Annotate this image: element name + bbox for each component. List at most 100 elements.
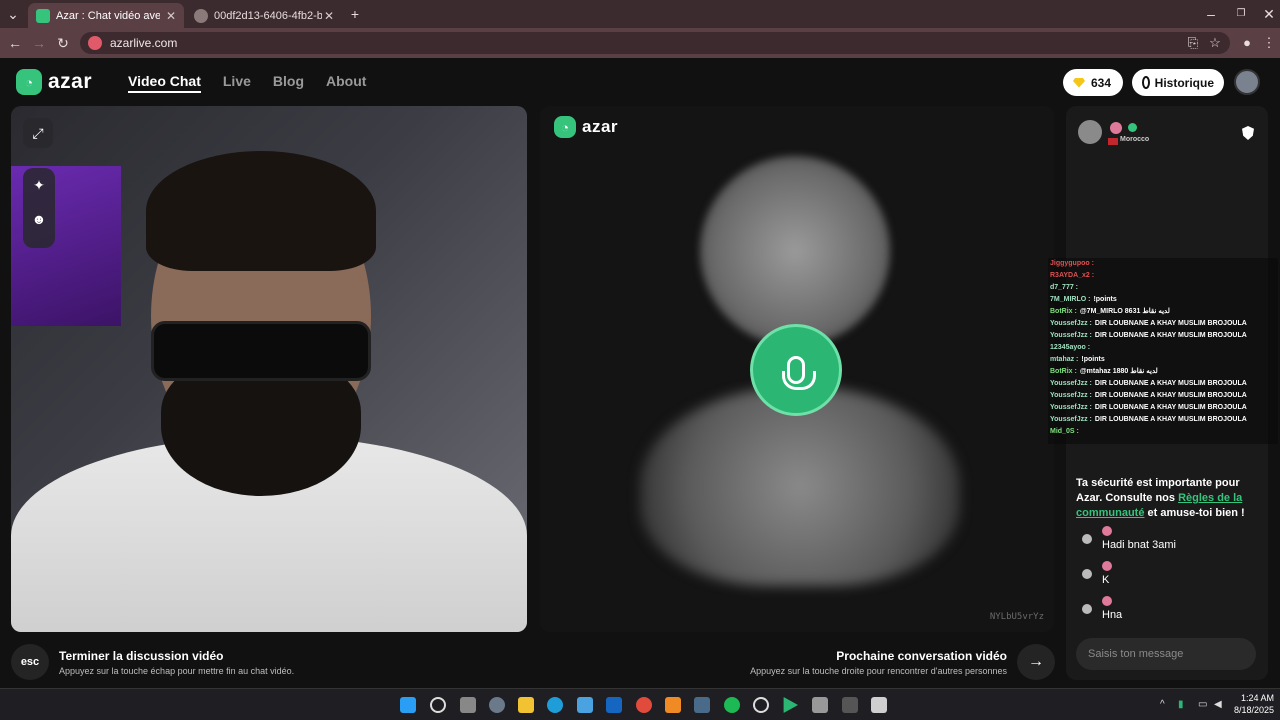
overlay-message: DIR LOUBNANE A KHAY MUSLIM BROJOULA bbox=[1094, 332, 1247, 339]
app-window-icon[interactable] bbox=[812, 697, 828, 713]
overlay-username: YoussefJzz : bbox=[1050, 332, 1092, 339]
store-icon[interactable] bbox=[577, 697, 593, 713]
spotify-icon[interactable] bbox=[724, 697, 740, 713]
azar-logo[interactable]: ◔ azar bbox=[16, 69, 92, 95]
app-grid-icon[interactable] bbox=[842, 697, 858, 713]
tab-azar[interactable]: Azar : Chat vidéo avec de n ✕ bbox=[28, 3, 184, 28]
remote-azar-logo: ◔ azar bbox=[554, 116, 618, 138]
overlay-username: BotRix : bbox=[1050, 368, 1077, 375]
address-bar-row: ← → ↻ azarlive.com ⎘ ☆ ● ⋮ bbox=[0, 28, 1280, 58]
user-avatar[interactable] bbox=[1234, 69, 1260, 95]
sender-avatar bbox=[1082, 534, 1092, 544]
overlay-chat-line: Jiggygupoo : bbox=[1048, 258, 1278, 270]
nav-about[interactable]: About bbox=[326, 73, 366, 93]
sender-badge-icon bbox=[1102, 561, 1112, 571]
app-circle-icon[interactable] bbox=[753, 697, 769, 713]
overlay-username: R3AYDA_x2 : bbox=[1050, 272, 1095, 279]
overlay-username: YoussefJzz : bbox=[1050, 392, 1092, 399]
steam-icon[interactable] bbox=[694, 697, 710, 713]
app-a-icon[interactable] bbox=[665, 697, 681, 713]
app-doc-icon[interactable] bbox=[871, 697, 887, 713]
overlay-username: d7_777 : bbox=[1050, 284, 1079, 291]
mic-tray-icon[interactable]: ▮ bbox=[1178, 699, 1184, 710]
safety-notice: Ta sécurité est importante pour Azar. Co… bbox=[1076, 476, 1260, 521]
volume-icon[interactable]: ◀ bbox=[1214, 699, 1222, 710]
overlay-username: Mid_0S : bbox=[1050, 428, 1079, 435]
tab-close-icon[interactable]: ✕ bbox=[324, 9, 334, 23]
chat-message-input[interactable]: Saisis ton message bbox=[1076, 638, 1256, 670]
face-filter-icon[interactable]: ☻ bbox=[24, 204, 54, 234]
overlay-chat-line: YoussefJzz : DIR LOUBNANE A KHAY MUSLIM B… bbox=[1048, 390, 1278, 402]
overlay-chat-line: Mid_0S : bbox=[1048, 426, 1278, 438]
overlay-username: YoussefJzz : bbox=[1050, 320, 1092, 327]
new-tab-button[interactable]: + bbox=[346, 5, 364, 23]
nav-blog[interactable]: Blog bbox=[273, 73, 304, 93]
tray-chevron-icon[interactable]: ^ bbox=[1160, 699, 1165, 710]
start-icon[interactable] bbox=[400, 697, 416, 713]
file-explorer-icon[interactable] bbox=[518, 697, 534, 713]
reload-icon[interactable]: ↻ bbox=[54, 34, 72, 52]
maximize-icon[interactable]: ❐ bbox=[1232, 5, 1250, 23]
bookmark-star-icon[interactable]: ☆ bbox=[1206, 34, 1224, 52]
forward-icon[interactable]: → bbox=[30, 34, 48, 52]
gems-button[interactable]: 634 bbox=[1063, 69, 1123, 96]
url-input[interactable]: azarlive.com bbox=[80, 32, 1230, 54]
overlay-chat-line: YoussefJzz : DIR LOUBNANE A KHAY MUSLIM B… bbox=[1048, 378, 1278, 390]
end-chat-button[interactable]: esc bbox=[11, 644, 49, 680]
next-chat-button[interactable]: → bbox=[1017, 644, 1055, 680]
back-icon[interactable]: ← bbox=[6, 34, 24, 52]
tab-search-icon[interactable]: ⌄ bbox=[4, 5, 22, 23]
azar-logo-icon: ◔ bbox=[16, 69, 42, 95]
task-view-icon[interactable] bbox=[460, 697, 476, 713]
menu-icon[interactable]: ⋮ bbox=[1260, 34, 1278, 52]
overlay-username: YoussefJzz : bbox=[1050, 416, 1092, 423]
install-icon[interactable]: ⎘ bbox=[1184, 34, 1202, 52]
overlay-username: YoussefJzz : bbox=[1050, 380, 1092, 387]
edge-icon[interactable] bbox=[547, 697, 563, 713]
chat-message: K bbox=[1082, 561, 1112, 586]
overlay-message: DIR LOUBNANE A KHAY MUSLIM BROJOULA bbox=[1094, 404, 1247, 411]
local-video: ⤢ ✦ ☻ bbox=[11, 106, 527, 632]
search-icon[interactable] bbox=[430, 697, 446, 713]
play-icon[interactable] bbox=[783, 697, 798, 713]
azar-page: ◔ azar Video Chat Live Blog About 634 Hi… bbox=[0, 58, 1280, 688]
logo-text: azar bbox=[48, 70, 93, 93]
overlay-username: 7M_MIRLO : bbox=[1050, 296, 1091, 303]
settings-icon[interactable] bbox=[489, 697, 505, 713]
nav-live[interactable]: Live bbox=[223, 73, 251, 93]
overlay-chat-line: BotRix : @7M_MIRLO 8631 لديه نقاط bbox=[1048, 306, 1278, 318]
overlay-message: DIR LOUBNANE A KHAY MUSLIM BROJOULA bbox=[1094, 392, 1247, 399]
peer-avatar[interactable] bbox=[1078, 120, 1102, 144]
tab-second[interactable]: 00df2d13-6406-4fb2-bd13-6f2 ✕ bbox=[186, 3, 342, 28]
close-window-icon[interactable]: ✕ bbox=[1260, 5, 1278, 23]
overlay-username: mtahaz : bbox=[1050, 356, 1079, 363]
azar-logo-icon: ◔ bbox=[554, 116, 576, 138]
expand-video-icon[interactable]: ⤢ bbox=[23, 118, 53, 148]
outlook-icon[interactable] bbox=[606, 697, 622, 713]
safety-text-end: et amuse-toi bien ! bbox=[1144, 507, 1245, 519]
message-text: Hna bbox=[1102, 609, 1123, 621]
placeholder-body bbox=[640, 386, 960, 586]
nav-video-chat[interactable]: Video Chat bbox=[128, 73, 201, 93]
time: 1:24 AM bbox=[1240, 693, 1274, 703]
clock[interactable]: 1:24 AM 8/18/2025 bbox=[1234, 692, 1274, 716]
site-info-icon[interactable] bbox=[88, 36, 102, 50]
profile-icon[interactable]: ● bbox=[1238, 34, 1256, 52]
overlay-message: @7M_MIRLO 8631 لديه نقاط bbox=[1079, 308, 1170, 315]
message-text: K bbox=[1102, 574, 1110, 586]
tab-title: Azar : Chat vidéo avec de n bbox=[56, 9, 160, 22]
tab-close-icon[interactable]: ✕ bbox=[166, 9, 176, 23]
history-button[interactable]: Historique bbox=[1132, 69, 1224, 96]
minimize-icon[interactable]: – bbox=[1202, 5, 1220, 23]
chrome-icon[interactable] bbox=[636, 697, 652, 713]
remote-video: ◔ azar NYLbU5vrYz bbox=[540, 106, 1054, 632]
peer-country: Morocco bbox=[1120, 136, 1150, 143]
report-shield-icon[interactable] bbox=[1242, 126, 1254, 140]
overlay-chat-line: d7_777 : bbox=[1048, 282, 1278, 294]
microphone-button[interactable] bbox=[750, 324, 842, 416]
network-icon[interactable]: ▭ bbox=[1198, 699, 1207, 710]
chat-message: Hna bbox=[1082, 596, 1122, 621]
sparkle-effects-icon[interactable]: ✦ bbox=[24, 170, 54, 200]
peer-online-icon bbox=[1128, 123, 1137, 132]
windows-taskbar: ^ ▮ ▭ ◀ 1:24 AM 8/18/2025 bbox=[0, 688, 1280, 720]
